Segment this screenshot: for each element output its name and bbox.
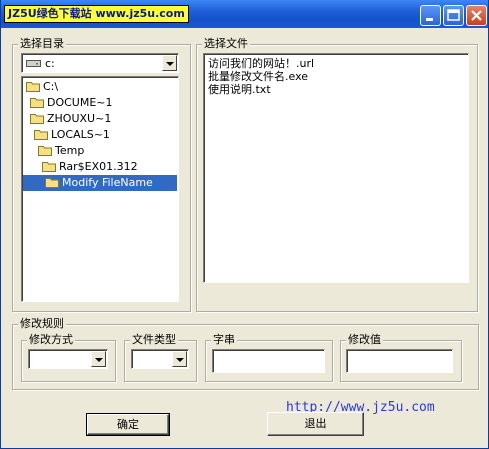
value-label: 修改值	[346, 333, 383, 347]
tree-item-label: DOCUME~1	[47, 96, 113, 109]
value-input[interactable]	[346, 349, 453, 373]
folder-open-icon	[30, 98, 44, 108]
exit-button[interactable]: 退出	[267, 412, 364, 436]
tree-item-label: C:\	[43, 80, 59, 93]
drive-value: c:	[45, 57, 55, 70]
file-type-label: 文件类型	[130, 333, 178, 347]
folder-open-icon	[34, 130, 48, 140]
close-icon	[471, 10, 482, 21]
file-list[interactable]: 访问我们的网站！.url 批量修改文件名.exe 使用说明.txt	[203, 53, 469, 283]
file-item[interactable]: 访问我们的网站！.url	[208, 57, 314, 70]
file-item[interactable]: 使用说明.txt	[208, 83, 271, 96]
string-label: 字串	[211, 333, 237, 347]
minimize-button[interactable]	[420, 5, 441, 26]
tree-item-zhouxu[interactable]: ZHOUXU~1	[30, 111, 111, 127]
app-window: JZ5U绿色下载站 www.jz5u.com 选择目录 c: C:\ DOCUM…	[0, 0, 489, 449]
folder-open-icon	[30, 114, 44, 124]
tree-item-label: Rar$EX01.312	[59, 160, 138, 173]
close-button[interactable]	[466, 5, 487, 26]
method-dropdown-arrow[interactable]	[91, 351, 106, 367]
title-bar[interactable]: JZ5U绿色下载站 www.jz5u.com	[1, 0, 488, 28]
folder-open-icon	[26, 82, 40, 92]
file-item[interactable]: 批量修改文件名.exe	[208, 70, 308, 83]
tree-item-modify-filename[interactable]: Modify FileName	[23, 175, 177, 191]
tree-item-label: Modify FileName	[62, 176, 153, 189]
method-select[interactable]	[28, 349, 108, 369]
tree-item-label: LOCALS~1	[51, 128, 110, 141]
tree-item-label: ZHOUXU~1	[47, 112, 112, 125]
tree-item-locals[interactable]: LOCALS~1	[34, 127, 110, 143]
drive-icon	[26, 60, 41, 67]
directory-group-label: 选择目录	[18, 37, 66, 51]
folder-open-icon	[38, 146, 52, 156]
string-input[interactable]	[212, 349, 325, 373]
maximize-icon	[447, 9, 460, 21]
tree-item-docume[interactable]: DOCUME~1	[30, 95, 113, 111]
maximize-button[interactable]	[443, 5, 464, 26]
tree-item-label: Temp	[55, 144, 85, 157]
file-type-dropdown-arrow[interactable]	[172, 351, 187, 367]
folder-open-icon	[45, 178, 59, 188]
ok-button[interactable]: 确定	[86, 413, 170, 436]
window-title: JZ5U绿色下载站 www.jz5u.com	[4, 5, 189, 23]
tree-item-temp[interactable]: Temp	[38, 143, 84, 159]
folder-open-icon	[42, 162, 56, 172]
tree-item-rar[interactable]: Rar$EX01.312	[42, 159, 138, 175]
drive-select[interactable]: c:	[21, 53, 179, 73]
tree-item-root[interactable]: C:\	[26, 79, 58, 95]
file-type-select[interactable]	[131, 349, 189, 369]
directory-tree[interactable]: C:\ DOCUME~1 ZHOUXU~1 LOCALS~1 Temp Rar$…	[21, 76, 179, 302]
minimize-icon	[426, 18, 433, 21]
drive-dropdown-arrow[interactable]	[162, 55, 177, 71]
rules-group-label: 修改规则	[18, 317, 66, 331]
method-label: 修改方式	[27, 333, 75, 347]
file-group-label: 选择文件	[202, 37, 250, 51]
